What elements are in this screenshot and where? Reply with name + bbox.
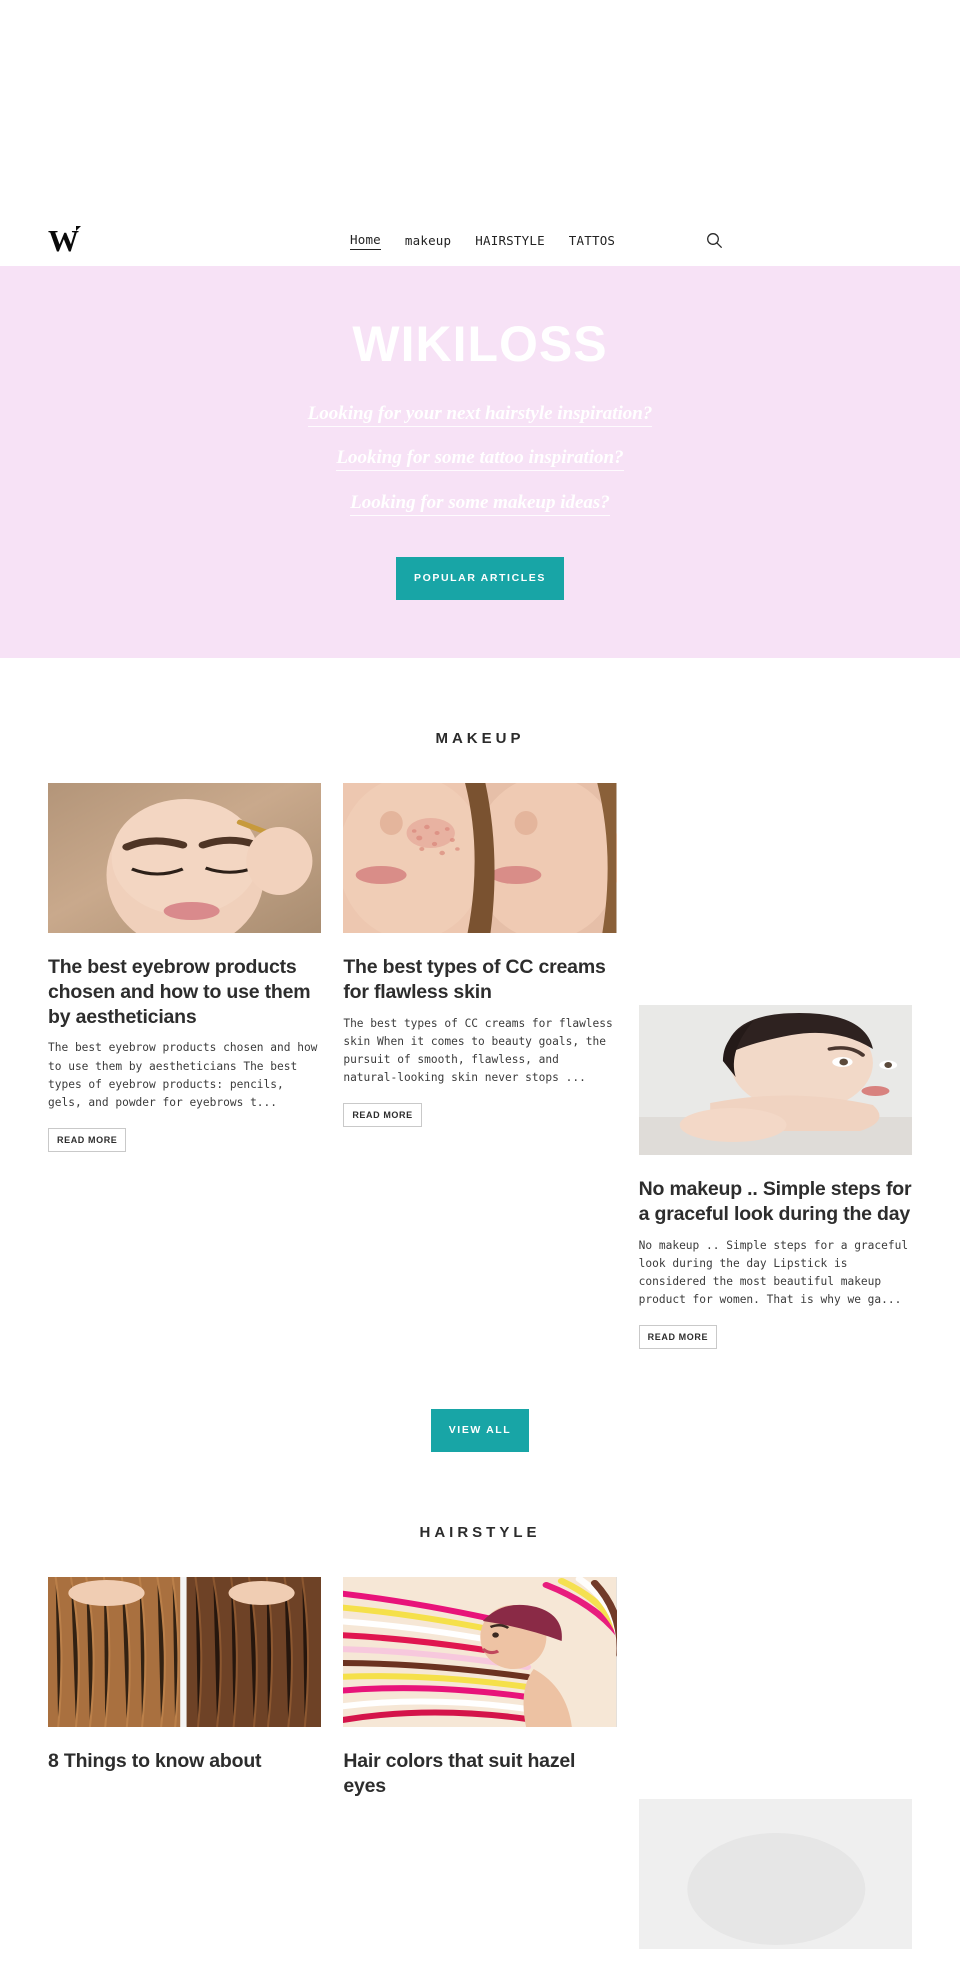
card-title: Hair colors that suit hazel eyes bbox=[343, 1750, 576, 1798]
hair-extensions-photo[interactable] bbox=[48, 1577, 322, 1728]
hero-tagline-3: Looking for some makeup ideas? bbox=[0, 492, 960, 517]
card-excerpt: The best types of CC creams for flawless… bbox=[343, 1016, 613, 1085]
read-more-button[interactable]: READ MORE bbox=[343, 1103, 422, 1128]
site-header: W Home makeup HAIRSTYLE TATTOS bbox=[0, 214, 960, 266]
hero-tagline-2: Looking for some tattoo inspiration? bbox=[0, 447, 960, 472]
hairstyle-third-photo[interactable] bbox=[638, 1799, 912, 1950]
nav-item-hairstyle[interactable]: HAIRSTYLE bbox=[475, 231, 545, 250]
hero-tagline-1: Looking for your next hairstyle inspirat… bbox=[0, 402, 960, 427]
makeup-card-grid: The best eyebrow products chosen and how… bbox=[48, 783, 912, 1350]
hero-section: WIKILOSS Looking for your next hairstyle… bbox=[0, 266, 960, 659]
card-title: No makeup .. Simple steps for a graceful… bbox=[638, 1178, 912, 1225]
colorful-hair-photo[interactable] bbox=[343, 1577, 617, 1728]
article-card[interactable]: 8 Things to know about bbox=[48, 1577, 322, 1784]
article-card[interactable]: Hair colors that suit hazel eyes bbox=[343, 1577, 617, 1809]
hairstyle-section: HAIRSTYLE 8 Things to know about Hair co… bbox=[0, 1452, 960, 1971]
no-makeup-model-photo[interactable] bbox=[638, 1005, 912, 1156]
search-icon bbox=[706, 232, 723, 249]
wikiloss-logo-icon: W bbox=[48, 225, 81, 256]
article-card[interactable]: The best eyebrow products chosen and how… bbox=[48, 783, 322, 1152]
card-title: The best types of CC creams for flawless… bbox=[343, 956, 606, 1003]
search-button[interactable] bbox=[703, 229, 725, 251]
makeup-section: MAKEUP The best eyebrow products chosen … bbox=[0, 658, 960, 1453]
section-title-makeup: MAKEUP bbox=[435, 730, 525, 748]
card-title: 8 Things to know about bbox=[48, 1750, 262, 1773]
cc-cream-skin-photo[interactable] bbox=[343, 783, 617, 934]
primary-nav: Home makeup HAIRSTYLE TATTOS bbox=[350, 230, 615, 250]
hero-title: WIKILOSS bbox=[352, 316, 608, 372]
popular-articles-button[interactable]: POPULAR ARTICLES bbox=[396, 556, 564, 601]
card-excerpt: The best eyebrow products chosen and how… bbox=[48, 1041, 318, 1109]
eyebrow-makeup-photo[interactable] bbox=[48, 783, 322, 934]
hairstyle-card-grid: 8 Things to know about Hair colors that … bbox=[48, 1577, 912, 1971]
read-more-button[interactable]: READ MORE bbox=[48, 1127, 127, 1152]
page-root: W Home makeup HAIRSTYLE TATTOS WIKILOSS … bbox=[0, 0, 960, 1971]
card-title: The best eyebrow products chosen and how… bbox=[48, 956, 311, 1028]
article-card[interactable] bbox=[638, 1577, 912, 1971]
nav-item-home[interactable]: Home bbox=[350, 230, 381, 250]
top-whitespace bbox=[0, 0, 960, 214]
view-all-button[interactable]: VIEW ALL bbox=[430, 1409, 530, 1453]
read-more-button[interactable]: READ MORE bbox=[638, 1325, 718, 1350]
section-title-hairstyle: HAIRSTYLE bbox=[419, 1524, 541, 1542]
nav-item-makeup[interactable]: makeup bbox=[405, 231, 451, 250]
logo-link[interactable]: W bbox=[48, 225, 348, 256]
article-card[interactable]: No makeup .. Simple steps for a graceful… bbox=[638, 783, 912, 1350]
article-card[interactable]: The best types of CC creams for flawless… bbox=[343, 783, 617, 1128]
card-excerpt: No makeup .. Simple steps for a graceful… bbox=[638, 1238, 909, 1307]
nav-item-tattos[interactable]: TATTOS bbox=[569, 231, 615, 250]
view-all-wrap: VIEW ALL bbox=[48, 1349, 912, 1453]
